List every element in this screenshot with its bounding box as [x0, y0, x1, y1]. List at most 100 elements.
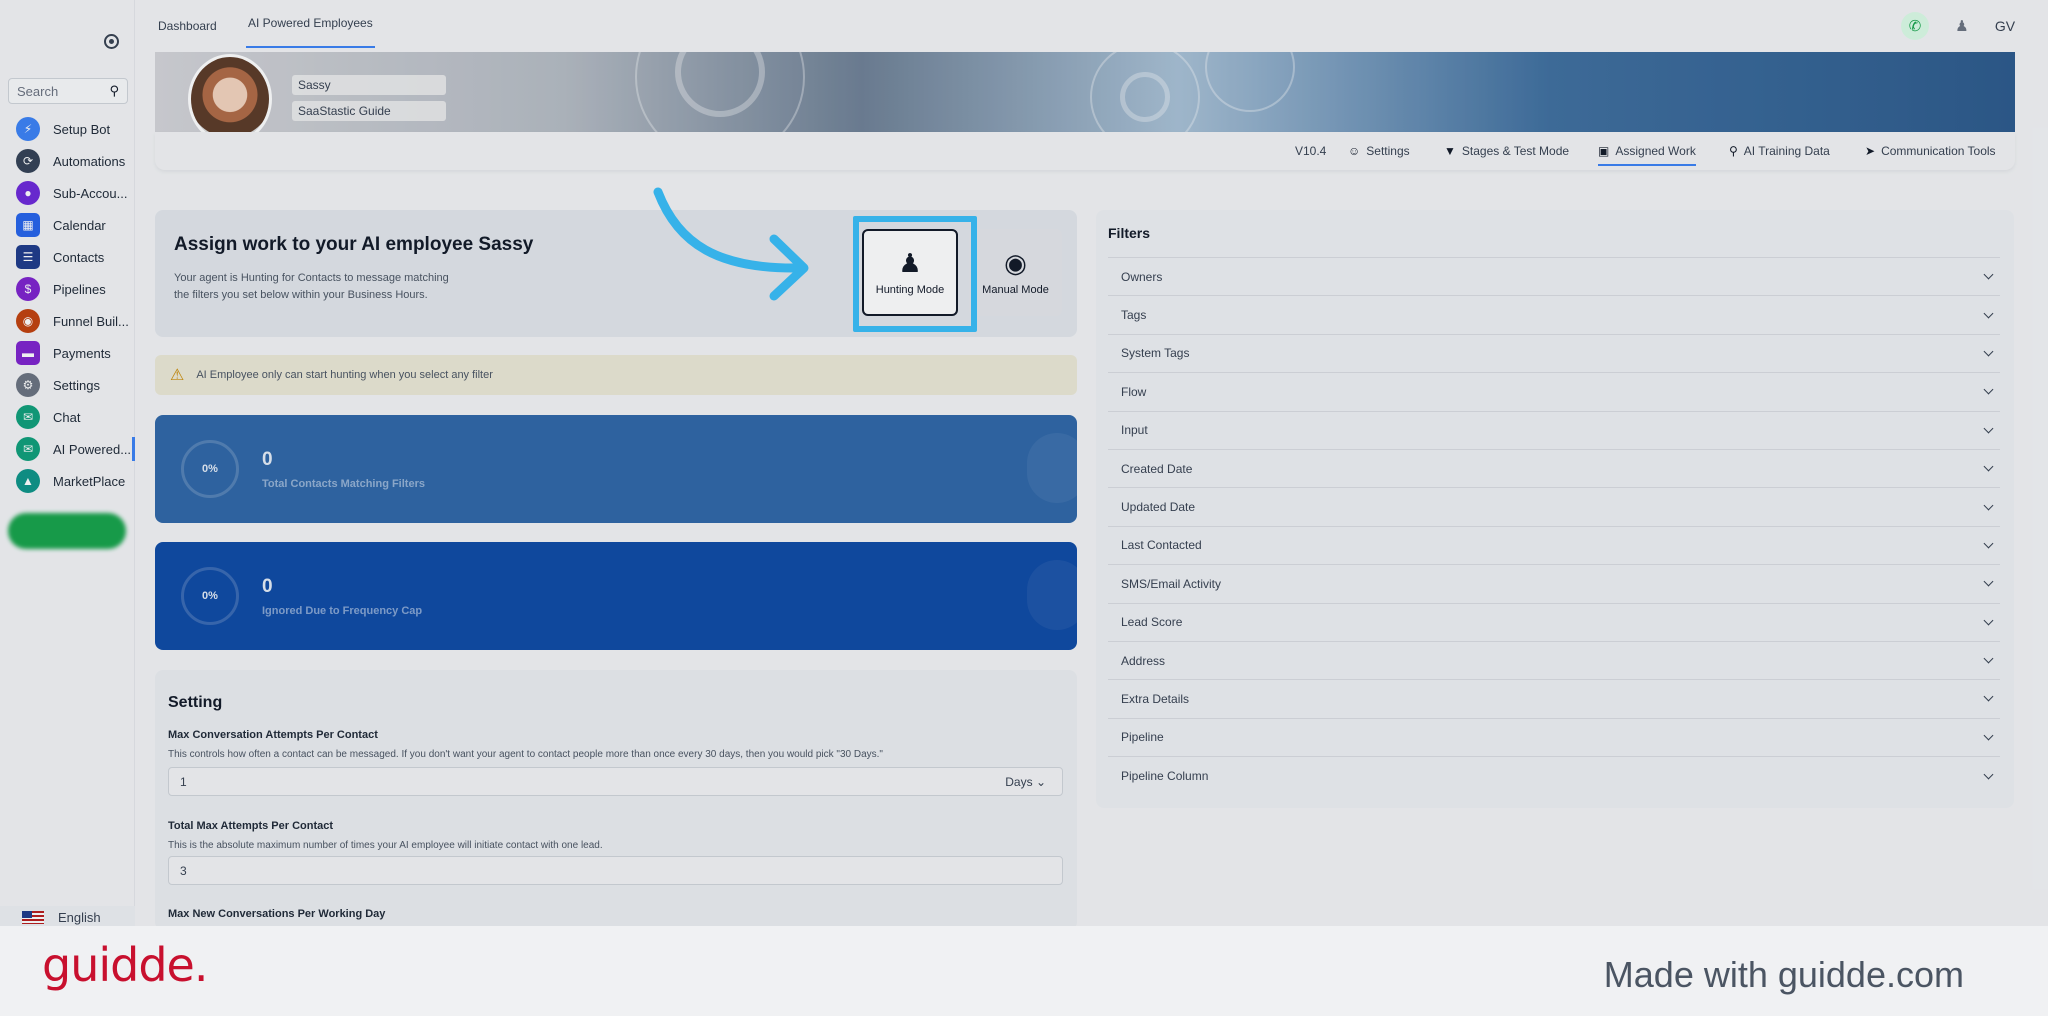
- subnav-communication-tools[interactable]: ➤ Communication Tools: [1865, 144, 1996, 158]
- filter-tags[interactable]: Tags: [1108, 296, 2000, 335]
- setting-card: Setting Max Conversation Attempts Per Co…: [155, 670, 1077, 930]
- subnav-label: Stages & Test Mode: [1461, 144, 1570, 158]
- max-new-conversations-label: Max New Conversations Per Working Day: [168, 908, 386, 920]
- us-flag-icon: [22, 910, 44, 924]
- filter-pipeline-column[interactable]: Pipeline Column: [1108, 757, 2000, 795]
- sidebar-toggle-icon[interactable]: [104, 34, 119, 49]
- filters-list: Owners Tags System Tags Flow Input Creat…: [1108, 257, 2000, 795]
- chevron-down-icon: [1983, 308, 1994, 319]
- filter-label: Created Date: [1121, 461, 1193, 476]
- sidebar-item-chat[interactable]: ✉ Chat: [0, 401, 135, 433]
- card-icon: ▬: [16, 341, 40, 365]
- made-with-text: Made with guidde.com: [1603, 954, 1964, 995]
- chevron-down-icon: [1983, 692, 1994, 702]
- version-label: V10.4: [1295, 144, 1326, 158]
- chevron-down-icon: [1983, 538, 1994, 549]
- ai-chat-icon: ✉: [16, 437, 40, 461]
- user-initials: GV: [1994, 18, 2016, 34]
- progress-ring: 0%: [181, 567, 239, 625]
- filter-owners[interactable]: Owners: [1108, 258, 2000, 297]
- assign-desc-line: the filters you set below within your Bu…: [174, 289, 428, 301]
- filter-label: Last Contacted: [1121, 538, 1202, 553]
- chevron-down-icon: [1983, 769, 1994, 780]
- sidebar-menu: ⚡ Setup Bot ⟳ Automations ● Sub-Accou... ▦ C…: [0, 113, 135, 497]
- filter-created-date[interactable]: Created Date: [1108, 450, 2000, 489]
- hunting-mode-button[interactable]: ♟ Hunting Mode: [862, 229, 958, 316]
- users-icon[interactable]: ♟: [1948, 12, 1976, 40]
- person-icon: ●: [16, 181, 40, 205]
- warning-text: AI Employee only can start hunting when …: [196, 369, 493, 381]
- chevron-down-icon: ⌄: [1035, 775, 1046, 789]
- sidebar-item-payments[interactable]: ▬ Payments: [0, 337, 135, 369]
- sidebar-item-marketplace[interactable]: ▲ MarketPlace: [0, 465, 135, 497]
- stat-label: Ignored Due to Frequency Cap: [262, 605, 423, 617]
- days-dropdown[interactable]: Days ⌄: [1005, 775, 1046, 789]
- sidebar-item-label: Contacts: [53, 249, 105, 265]
- employee-name: Sassy: [292, 75, 446, 95]
- setting-title: Setting: [168, 694, 223, 711]
- dollar-icon: $: [16, 277, 40, 301]
- sidebar: Search ⚲ ⚡ Setup Bot ⟳ Automations ● Sub-Ac…: [0, 0, 135, 928]
- subnav-stages-test-mode[interactable]: ▼ Stages & Test Mode: [1444, 144, 1569, 158]
- target-icon: ◉: [1004, 247, 1027, 278]
- sidebar-item-pipelines[interactable]: $ Pipelines: [0, 273, 135, 305]
- sidebar-item-label: Calendar: [53, 217, 106, 233]
- max-conversation-input[interactable]: 1 Days ⌄: [168, 767, 1063, 796]
- sidebar-upgrade-button[interactable]: [8, 513, 126, 549]
- sidebar-item-calendar[interactable]: ▦ Calendar: [0, 209, 135, 241]
- sidebar-search-input[interactable]: Search ⚲: [8, 78, 128, 104]
- manual-mode-label: Manual Mode: [982, 283, 1049, 296]
- filters-title: Filters: [1108, 225, 1151, 241]
- filter-flow[interactable]: Flow: [1108, 373, 2000, 412]
- filter-label: Pipeline Column: [1121, 769, 1209, 784]
- stat-percent: 0%: [202, 463, 218, 475]
- chevron-down-icon: [1983, 423, 1994, 434]
- stat-label: Total Contacts Matching Filters: [262, 478, 425, 490]
- sidebar-item-funnel-builder[interactable]: ◉ Funnel Buil...: [0, 305, 135, 337]
- funnel-icon: ◉: [16, 309, 40, 333]
- max-conversation-label: Max Conversation Attempts Per Contact: [168, 729, 378, 741]
- calendar-icon: ▦: [16, 213, 40, 237]
- banner-decoration: [1205, 52, 1295, 112]
- sidebar-item-contacts[interactable]: ☰ Contacts: [0, 241, 135, 273]
- tab-ai-powered-employees[interactable]: AI Powered Employees: [246, 0, 375, 48]
- filter-updated-date[interactable]: Updated Date: [1108, 488, 2000, 527]
- filter-extra-details[interactable]: Extra Details: [1108, 680, 2000, 719]
- chat-icon: ✉: [16, 405, 40, 429]
- language-selector[interactable]: English: [0, 906, 135, 928]
- filter-input[interactable]: Input: [1108, 412, 2000, 450]
- subnav-ai-training-data[interactable]: ⚲ AI Training Data: [1729, 144, 1830, 158]
- phone-icon[interactable]: ✆: [1901, 12, 1929, 40]
- manual-mode-button[interactable]: ◉ Manual Mode: [969, 229, 1062, 316]
- subnav-assigned-work[interactable]: ▣ Assigned Work: [1598, 144, 1696, 166]
- briefcase-icon: ▣: [1598, 144, 1610, 158]
- filter-lead-score[interactable]: Lead Score: [1108, 604, 2000, 642]
- filter-sms-email-activity[interactable]: SMS/Email Activity: [1108, 565, 2000, 604]
- stat-decoration-icon: [1027, 560, 1077, 630]
- stat-card-total-contacts: 0% 0 Total Contacts Matching Filters: [155, 415, 1077, 523]
- employee-subnav: V10.4 ☺ Settings ▼ Stages & Test Mode ▣ Ass…: [155, 132, 2015, 170]
- chevron-down-icon: [1983, 576, 1994, 587]
- filter-icon: ▼: [1444, 144, 1456, 158]
- chevron-down-icon: [1983, 500, 1994, 510]
- search-icon[interactable]: ⚲: [109, 83, 119, 99]
- tab-dashboard[interactable]: Dashboard: [158, 0, 217, 52]
- filter-last-contacted[interactable]: Last Contacted: [1108, 527, 2000, 566]
- sidebar-item-automations[interactable]: ⟳ Automations: [0, 145, 135, 177]
- sidebar-item-ai-powered[interactable]: ✉ AI Powered...: [0, 433, 135, 465]
- subnav-settings[interactable]: ☺ Settings: [1348, 144, 1410, 158]
- user-avatar[interactable]: GV: [1991, 12, 2019, 40]
- filter-address[interactable]: Address: [1108, 642, 2000, 681]
- filter-pipeline[interactable]: Pipeline: [1108, 719, 2000, 758]
- sidebar-item-label: Settings: [53, 377, 100, 393]
- filter-system-tags[interactable]: System Tags: [1108, 335, 2000, 374]
- user-search-icon: ♟: [898, 247, 922, 278]
- sidebar-item-setup-bot[interactable]: ⚡ Setup Bot: [0, 113, 135, 145]
- total-max-value: 3: [180, 864, 187, 878]
- employee-subtitle: SaaStastic Guide: [292, 101, 446, 121]
- chevron-down-icon: [1983, 346, 1994, 357]
- sidebar-item-sub-accounts[interactable]: ● Sub-Accou...: [0, 177, 135, 209]
- guidde-logo: guidde.: [42, 938, 208, 992]
- total-max-input[interactable]: 3: [168, 856, 1063, 885]
- sidebar-item-settings[interactable]: ⚙ Settings: [0, 369, 135, 401]
